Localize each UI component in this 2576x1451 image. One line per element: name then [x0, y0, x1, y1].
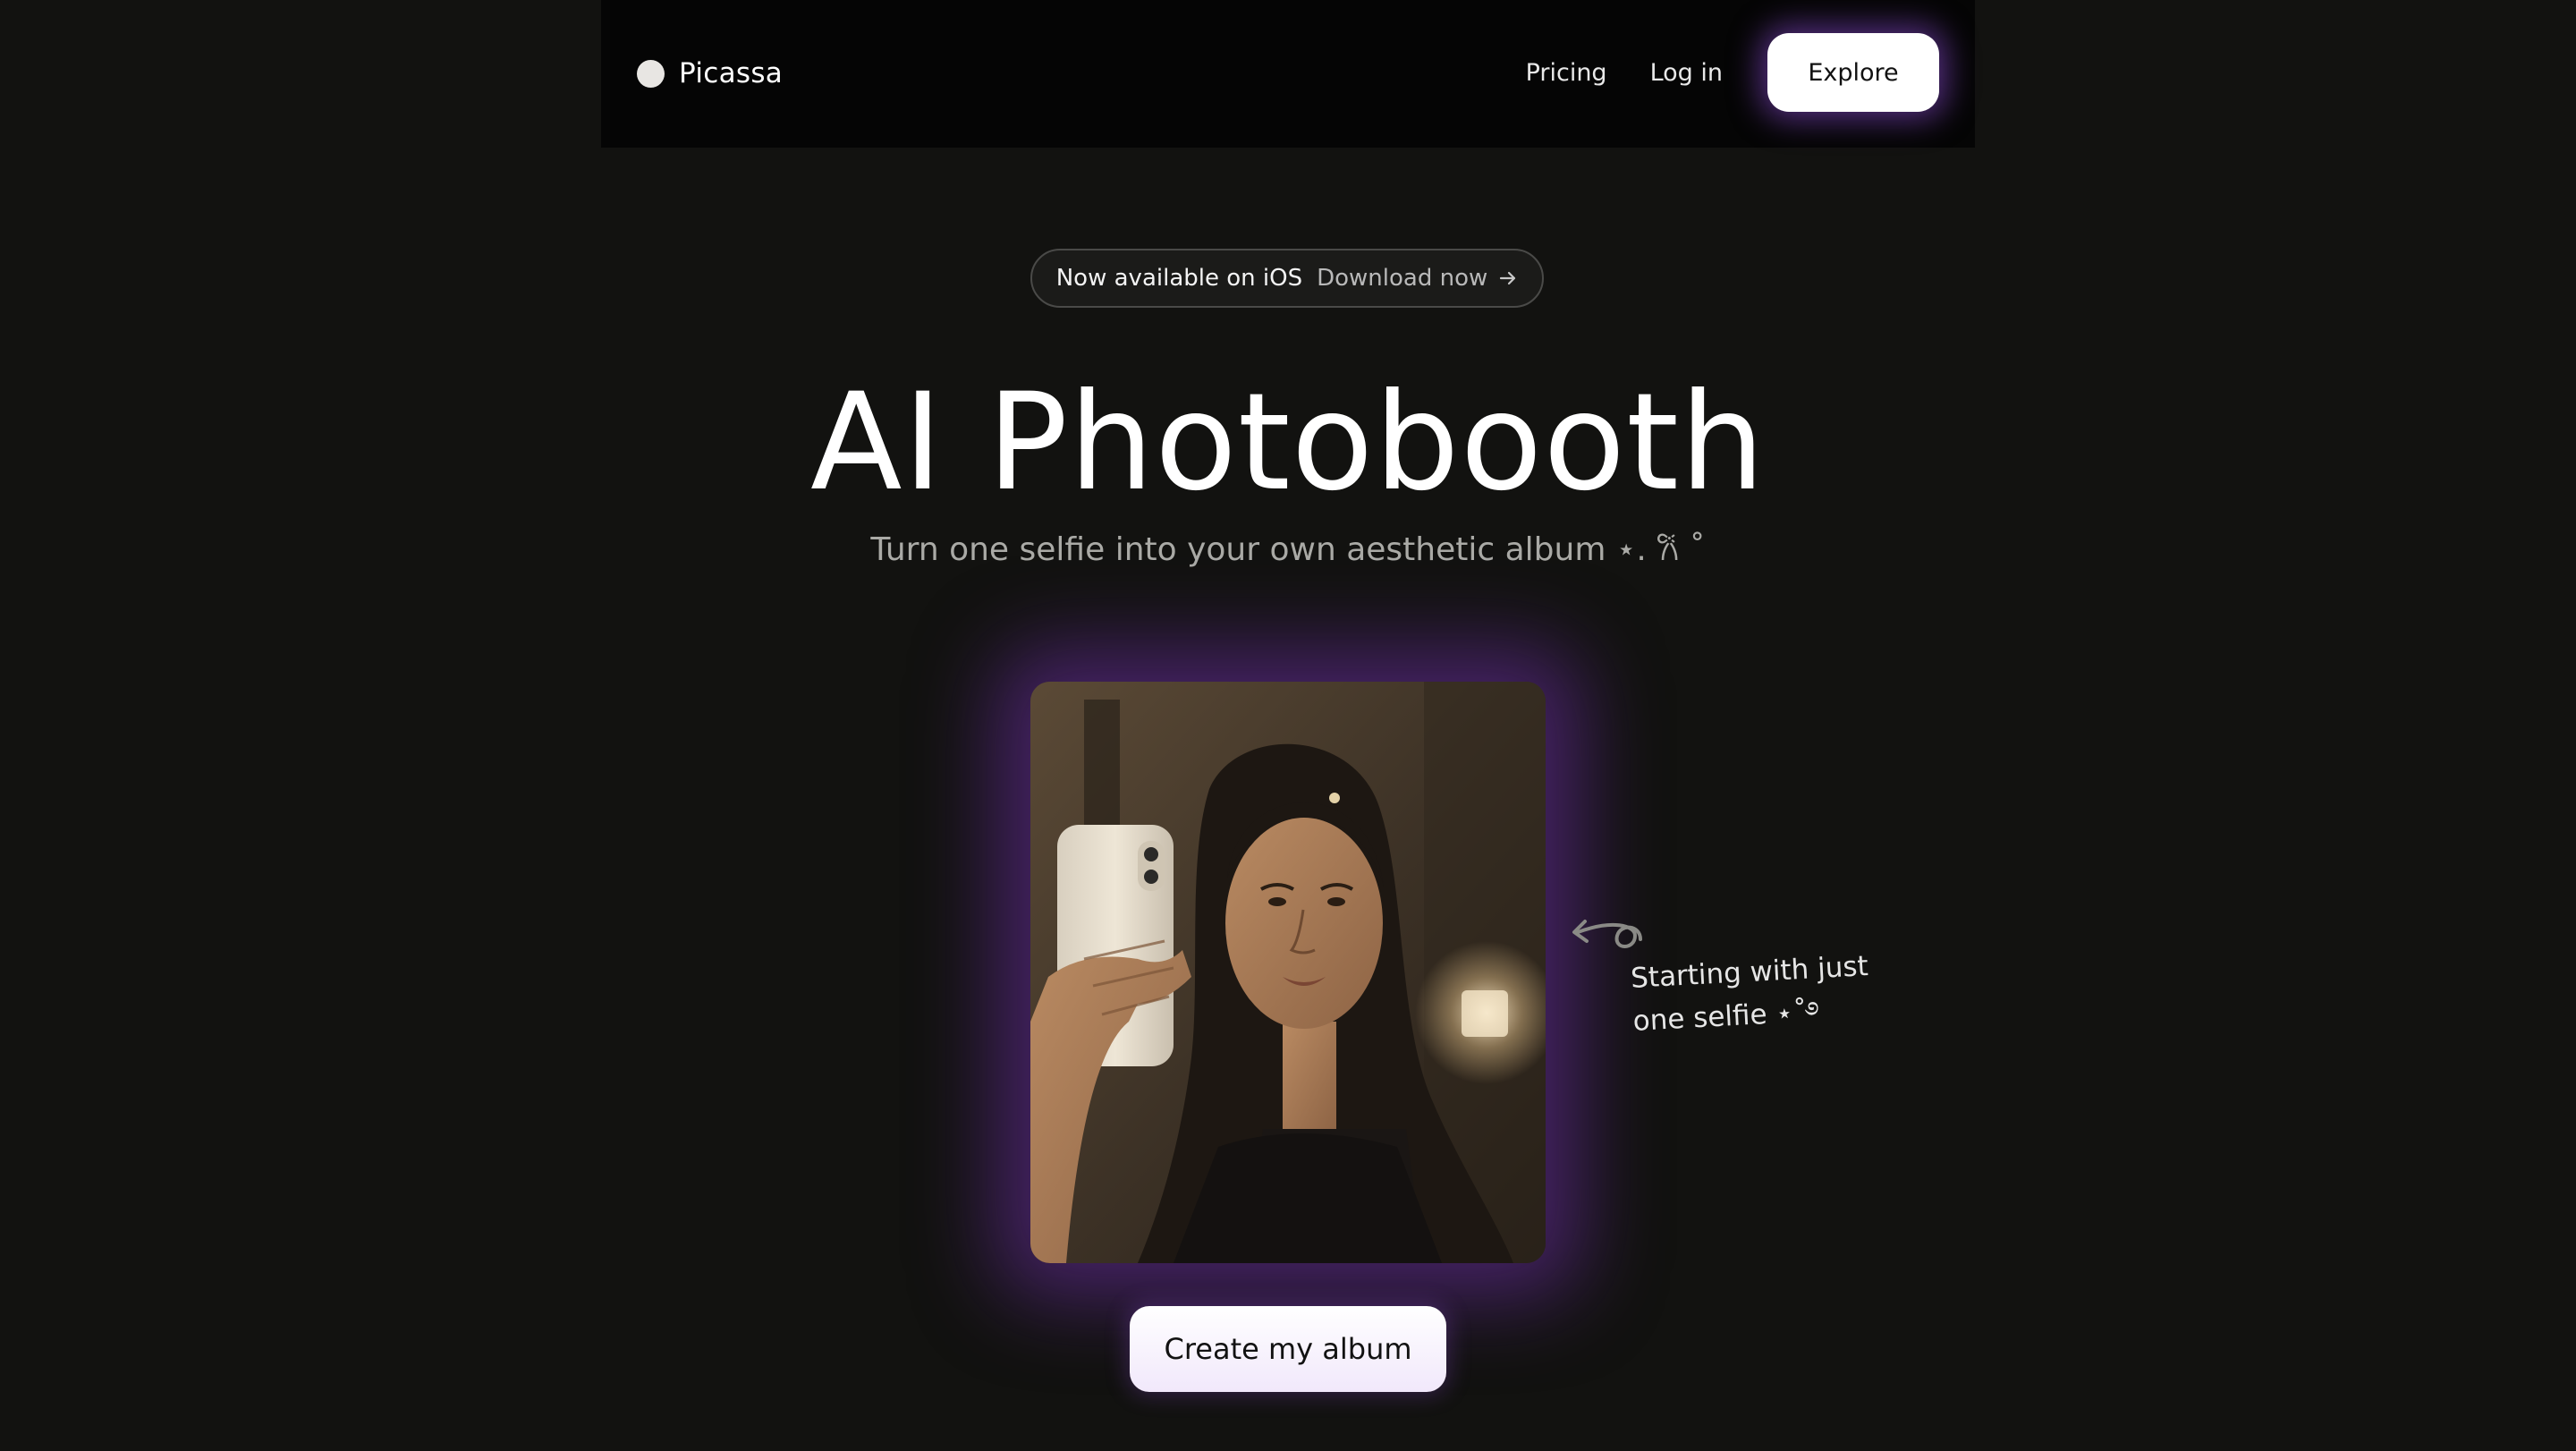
navbar: Picassa Pricing Log in Explore: [601, 0, 1975, 148]
selfie-photo: [1030, 682, 1546, 1263]
badge-text: Now available on iOS: [1055, 265, 1303, 292]
download-now-label: Download now: [1317, 265, 1488, 292]
hero-subtitle: Turn one selfie into your own aesthetic …: [870, 531, 1706, 568]
explore-button[interactable]: Explore: [1767, 33, 1939, 112]
create-album-button[interactable]: Create my album: [1130, 1306, 1446, 1392]
nav-link-login[interactable]: Log in: [1650, 59, 1723, 87]
brand-name: Picassa: [679, 57, 784, 89]
nav-link-pricing[interactable]: Pricing: [1526, 59, 1607, 87]
page: Picassa Pricing Log in Explore Now avail…: [0, 0, 2576, 1451]
brand-dot-icon: [637, 59, 665, 88]
hero-title: AI Photobooth: [809, 365, 1767, 521]
arrow-right-icon: [1500, 271, 1516, 285]
brand-logo[interactable]: Picassa: [637, 47, 783, 100]
ios-availability-badge[interactable]: Now available on iOS Download now: [1030, 249, 1544, 308]
nav-links: Pricing Log in Explore: [1526, 33, 1939, 112]
annotation-text: Starting with just one selfie ⋆˚࿔: [1630, 941, 1938, 1043]
selfie-illustration: [1030, 682, 1546, 1263]
download-now-link[interactable]: Download now: [1317, 265, 1518, 292]
